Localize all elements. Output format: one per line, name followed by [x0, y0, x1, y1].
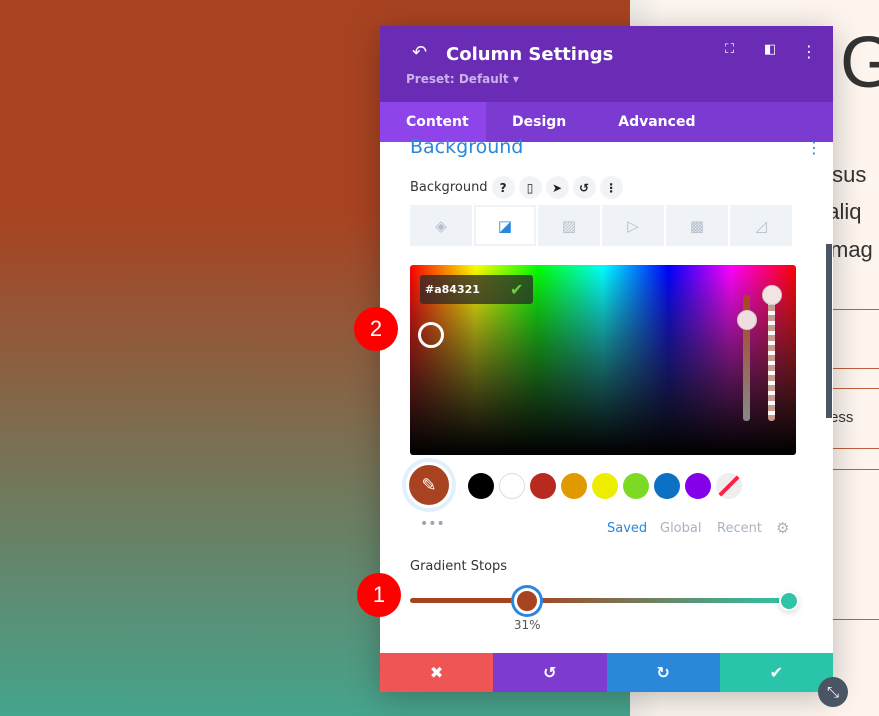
color-picker-handle[interactable]: [418, 322, 444, 348]
gradient-stop-handle[interactable]: [514, 588, 541, 614]
panel-title: Column Settings: [446, 44, 614, 65]
eyedropper-icon[interactable]: ✎: [406, 462, 452, 508]
redo-button[interactable]: ↻: [606, 653, 720, 692]
reset-icon[interactable]: ↺: [572, 176, 596, 199]
stop-position-label: 31%: [513, 618, 541, 632]
options-icon[interactable]: ⋮: [599, 176, 623, 199]
palette-tab-global[interactable]: Global: [660, 521, 701, 536]
divider: [830, 309, 879, 310]
background-type-tabs: ◈ ◪ ▨ ▷ ▩ ◿: [410, 205, 792, 246]
hex-input[interactable]: #a84321: [420, 283, 510, 296]
more-swatches-icon[interactable]: •••: [420, 516, 445, 532]
undo-button[interactable]: ↺: [493, 653, 607, 692]
settings-gear-icon[interactable]: ⚙: [776, 519, 789, 537]
color-type-icon[interactable]: ◈: [410, 205, 472, 246]
swatch-green[interactable]: [623, 473, 649, 499]
swatch-yellow[interactable]: [592, 473, 618, 499]
panel-header: ↶ Column Settings Preset: Default ▾ ⛶ ◧ …: [380, 26, 833, 102]
opacity-handle[interactable]: [762, 285, 782, 305]
save-button[interactable]: ✔: [719, 653, 833, 692]
gradient-stops-label: Gradient Stops: [410, 559, 508, 574]
text-line: mag: [830, 237, 873, 262]
swatch-black[interactable]: [468, 473, 494, 499]
divider: [830, 388, 879, 389]
color-picker-area[interactable]: #a84321 ✔: [410, 265, 796, 455]
sidebar-icon[interactable]: ◧: [764, 42, 776, 57]
annotation-badge: 2: [354, 307, 398, 351]
background-label: Background: [410, 180, 488, 195]
palette-tab-saved[interactable]: Saved: [607, 521, 647, 536]
help-icon[interactable]: ?: [491, 176, 515, 199]
swatch-red[interactable]: [530, 473, 556, 499]
gradient-stop-end-handle[interactable]: [779, 591, 799, 611]
opacity-slider[interactable]: [768, 295, 775, 421]
divider: [830, 448, 879, 449]
gradient-track[interactable]: [410, 598, 788, 603]
more-icon[interactable]: ⋮: [801, 42, 817, 61]
heading-fragment: G: [840, 23, 879, 103]
back-icon[interactable]: ↶: [412, 42, 427, 63]
text-line: ess: [830, 409, 854, 426]
video-type-icon[interactable]: ▷: [602, 205, 664, 246]
swatch-white[interactable]: [499, 473, 525, 499]
confirm-check-icon[interactable]: ✔: [510, 280, 523, 299]
hover-icon[interactable]: ➤: [545, 176, 569, 199]
swatch-blue[interactable]: [654, 473, 680, 499]
divider: [830, 368, 879, 369]
pattern-type-icon[interactable]: ▩: [666, 205, 728, 246]
cancel-button[interactable]: ✖: [380, 653, 494, 692]
resize-icon[interactable]: ⤡: [818, 677, 848, 707]
section-menu-icon[interactable]: ⋮: [806, 138, 822, 157]
palette-tab-recent[interactable]: Recent: [717, 521, 762, 536]
responsive-icon[interactable]: ▯: [518, 176, 542, 199]
fullscreen-icon[interactable]: ⛶: [725, 42, 734, 57]
gradient-type-icon[interactable]: ◪: [474, 205, 536, 246]
column-settings-panel: ↶ Column Settings Preset: Default ▾ ⛶ ◧ …: [380, 26, 833, 692]
mask-type-icon[interactable]: ◿: [730, 205, 792, 246]
panel-footer: ✖ ↺ ↻ ✔: [380, 653, 833, 692]
divider: [830, 469, 879, 470]
divider: [830, 619, 879, 620]
scrollbar[interactable]: [826, 244, 832, 418]
image-type-icon[interactable]: ▨: [538, 205, 600, 246]
tab-advanced[interactable]: Advanced: [592, 102, 721, 142]
preset-dropdown[interactable]: Preset: Default ▾: [406, 72, 519, 86]
annotation-badge: 1: [357, 573, 401, 617]
swatch-orange[interactable]: [561, 473, 587, 499]
swatch-transparent[interactable]: [716, 473, 742, 499]
section-title[interactable]: Background: [410, 136, 523, 158]
swatch-purple[interactable]: [685, 473, 711, 499]
hue-handle[interactable]: [737, 310, 757, 330]
